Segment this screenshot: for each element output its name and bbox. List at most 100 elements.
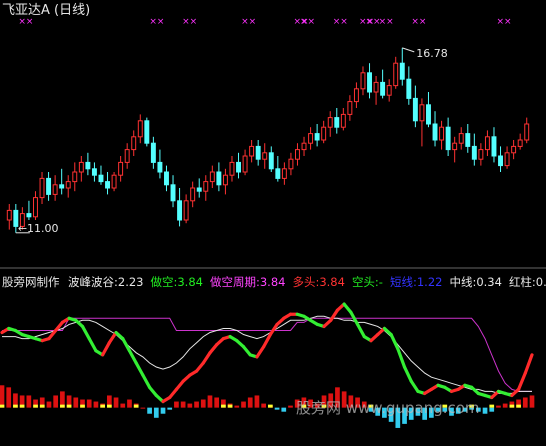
candle-body [52,184,58,195]
candle-body [177,200,183,221]
histogram-mark [106,404,112,408]
histogram-bar [254,395,260,408]
histogram-bar [200,399,206,408]
candle-body [190,187,196,202]
candle-body [458,133,464,144]
histogram-bar [288,405,293,408]
candle-body [498,155,503,167]
histogram-bar [281,407,287,412]
indicator-source: 股旁网制作 [2,275,60,289]
candle-body [46,177,52,195]
candle-body [426,104,431,125]
candle-body [222,174,228,186]
histogram-mark [0,404,5,408]
histogram-bar [180,401,186,408]
chart-title: 飞亚达A (日线) [2,3,90,18]
candle-body [98,174,104,183]
candle-body [439,126,445,141]
candle-body [216,171,222,186]
signal-mark: ×× [300,17,315,27]
indicator-value: 红柱:0.8 [509,275,546,289]
signal-mark: ×× [411,17,426,27]
candle-body [236,161,241,173]
candle-body [301,142,307,151]
indicator-value: 做空:3.84 [150,275,202,289]
signal-mark: ×× [18,17,33,27]
histogram-bar [482,407,488,414]
candle-body [183,200,189,221]
indicator-value: 短线:1.22 [390,275,442,289]
candle-body [262,152,268,160]
signal-mark: ×× [182,17,197,27]
histogram-bar [187,403,193,408]
histogram-bar [261,403,266,408]
signal-mark: ×× [379,17,394,27]
indicator-header: 股旁网制作 波峰波谷:2.23 做空:3.84 做空周期:3.84 多头:3.84 空头:… [2,275,546,289]
candle-body [419,104,425,122]
histogram-bar [167,407,173,410]
candle-body [478,149,484,160]
candle-body [314,133,320,141]
candle-body [367,72,372,93]
histogram-bar [207,395,213,408]
histogram-bar [86,399,92,408]
indicator-value: 做空周期:3.84 [210,275,285,289]
histogram-bar [53,395,59,408]
candle-body [268,152,274,170]
candle-body [150,142,156,163]
histogram-bar [120,403,126,408]
candle-body [471,145,477,160]
candle-body [432,123,438,141]
candle-body [406,78,412,99]
histogram-mark [516,404,521,408]
candle-body [59,184,65,189]
candle-body [137,120,143,138]
candle-body [386,85,392,96]
histogram-bar [234,405,240,408]
low-price-label: ←11.00 [18,222,59,235]
histogram-bar [113,397,119,408]
histogram-mark [133,404,139,408]
candle-body [295,149,300,160]
histogram-bar [214,397,220,408]
histogram-bar [247,397,253,408]
candle-body [157,161,163,173]
candle-body [144,120,150,144]
candle-body [340,113,346,128]
candle-body [452,142,458,151]
candle-body [131,136,137,151]
candle-body [91,168,97,176]
candle-body [85,161,91,170]
histogram-mark [268,404,273,408]
chart-background [0,0,546,446]
candle-body [242,155,248,173]
histogram-bar [153,407,159,418]
histogram-bar [174,401,179,408]
histogram-bar [522,397,528,408]
histogram-mark [19,404,25,408]
histogram-mark [227,404,233,408]
histogram-mark [39,404,45,408]
histogram-bar [489,407,495,412]
signal-mark: ×× [241,17,256,27]
candle-body [170,184,176,202]
candle-body [412,97,418,122]
histogram-mark [509,404,515,408]
histogram-bar [147,407,152,414]
candle-body [504,152,510,167]
candle-body [26,213,32,218]
candle-body [524,123,530,141]
candle-body [347,101,353,115]
histogram-bar [241,401,246,408]
histogram-bar [194,401,199,408]
candle-body [393,62,399,87]
candle-body [288,158,294,170]
indicator-value: 波峰波谷:2.23 [68,275,143,289]
histogram-bar [93,401,99,408]
histogram-bar [46,401,52,408]
candle-body [78,161,84,173]
candle-body [255,145,261,160]
indicator-value: 空头:- [352,275,383,289]
candle-body [465,133,471,147]
histogram-mark [66,404,72,408]
